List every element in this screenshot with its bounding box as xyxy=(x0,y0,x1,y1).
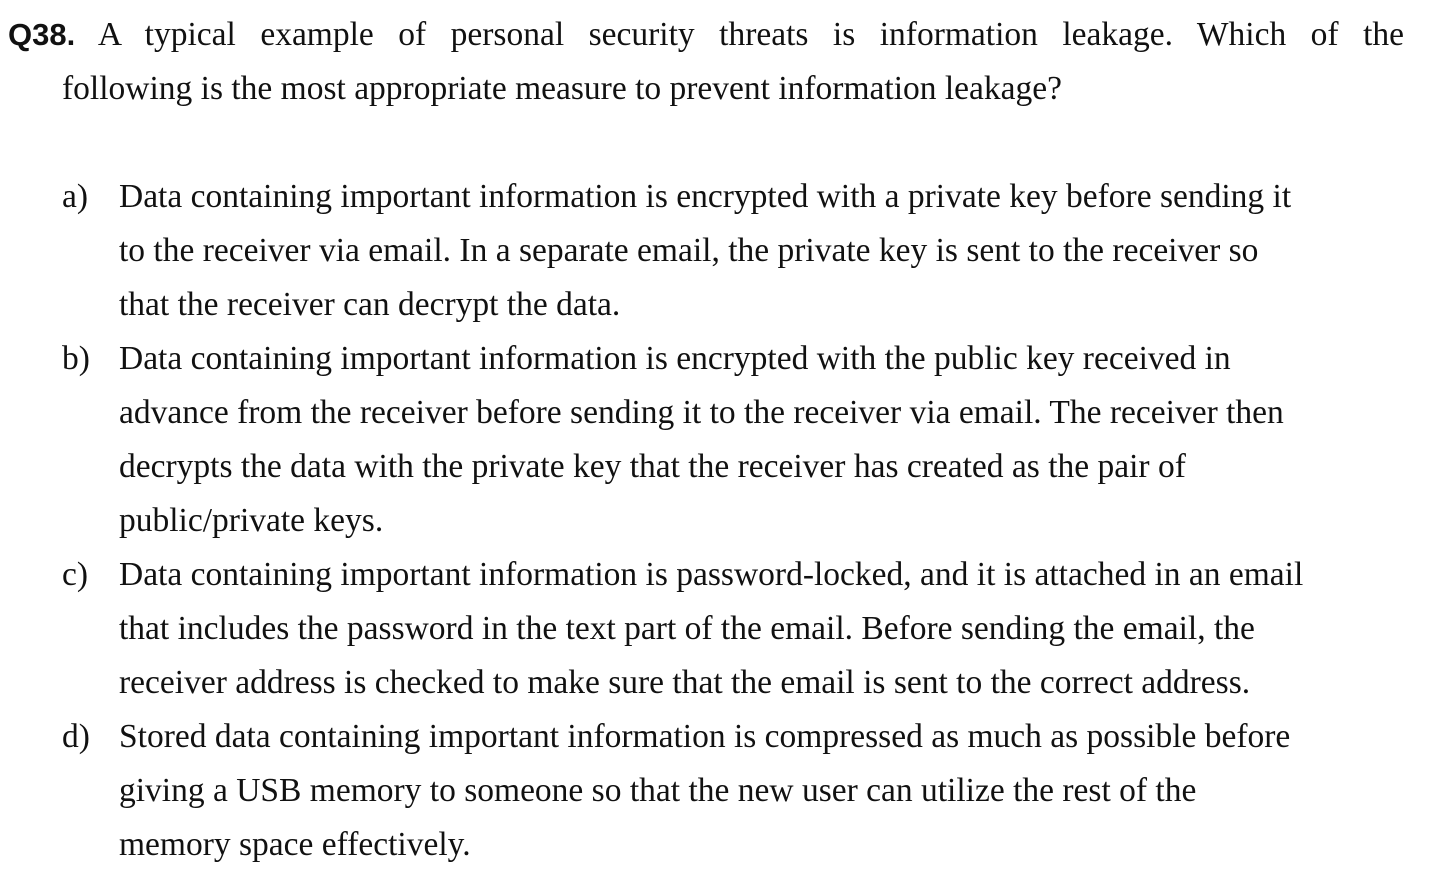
option-d[interactable]: d) Stored data containing important info… xyxy=(62,710,1402,872)
option-text: Data containing important information is… xyxy=(119,170,1402,332)
option-a[interactable]: a) Data containing important information… xyxy=(62,170,1402,332)
question-stem: Q38. A typical example of personal secur… xyxy=(8,8,1404,62)
option-text-line: that the receiver can decrypt the data. xyxy=(119,286,621,323)
option-text-line: receiver address is checked to make sure… xyxy=(119,664,1251,701)
option-text-line: Data containing important information is… xyxy=(119,340,1231,377)
option-text-line: memory space effectively. xyxy=(119,826,471,863)
option-text: Data containing important information is… xyxy=(119,332,1402,548)
option-text-line: advance from the receiver before sending… xyxy=(119,394,1284,431)
option-text-line: to the receiver via email. In a separate… xyxy=(119,232,1259,269)
answer-options: a) Data containing important information… xyxy=(62,170,1402,872)
question-page: Q38. A typical example of personal secur… xyxy=(0,0,1450,893)
question-number: Q38. xyxy=(8,17,76,52)
option-letter: d) xyxy=(62,718,90,755)
option-text: Data containing important information is… xyxy=(119,548,1402,710)
option-c[interactable]: c) Data containing important information… xyxy=(62,548,1402,710)
option-text-line: Stored data containing important informa… xyxy=(119,718,1291,755)
option-letter: b) xyxy=(62,340,90,377)
option-text-line: giving a USB memory to someone so that t… xyxy=(119,772,1197,809)
option-text-line: that includes the password in the text p… xyxy=(119,610,1255,647)
option-text: Stored data containing important informa… xyxy=(119,710,1402,872)
option-text-line: public/private keys. xyxy=(119,502,384,539)
question-text-line-2-wrapper: following is the most appropriate measur… xyxy=(62,62,1062,116)
option-text-line: Data containing important information is… xyxy=(119,556,1304,593)
option-b[interactable]: b) Data containing important information… xyxy=(62,332,1402,548)
question-text-line-1: A typical example of personal security t… xyxy=(97,16,1404,53)
option-letter: c) xyxy=(62,556,89,593)
option-letter: a) xyxy=(62,178,89,215)
option-text-line: Data containing important information is… xyxy=(119,178,1292,215)
question-text-line-2: following is the most appropriate measur… xyxy=(62,70,1063,107)
option-text-line: decrypts the data with the private key t… xyxy=(119,448,1186,485)
